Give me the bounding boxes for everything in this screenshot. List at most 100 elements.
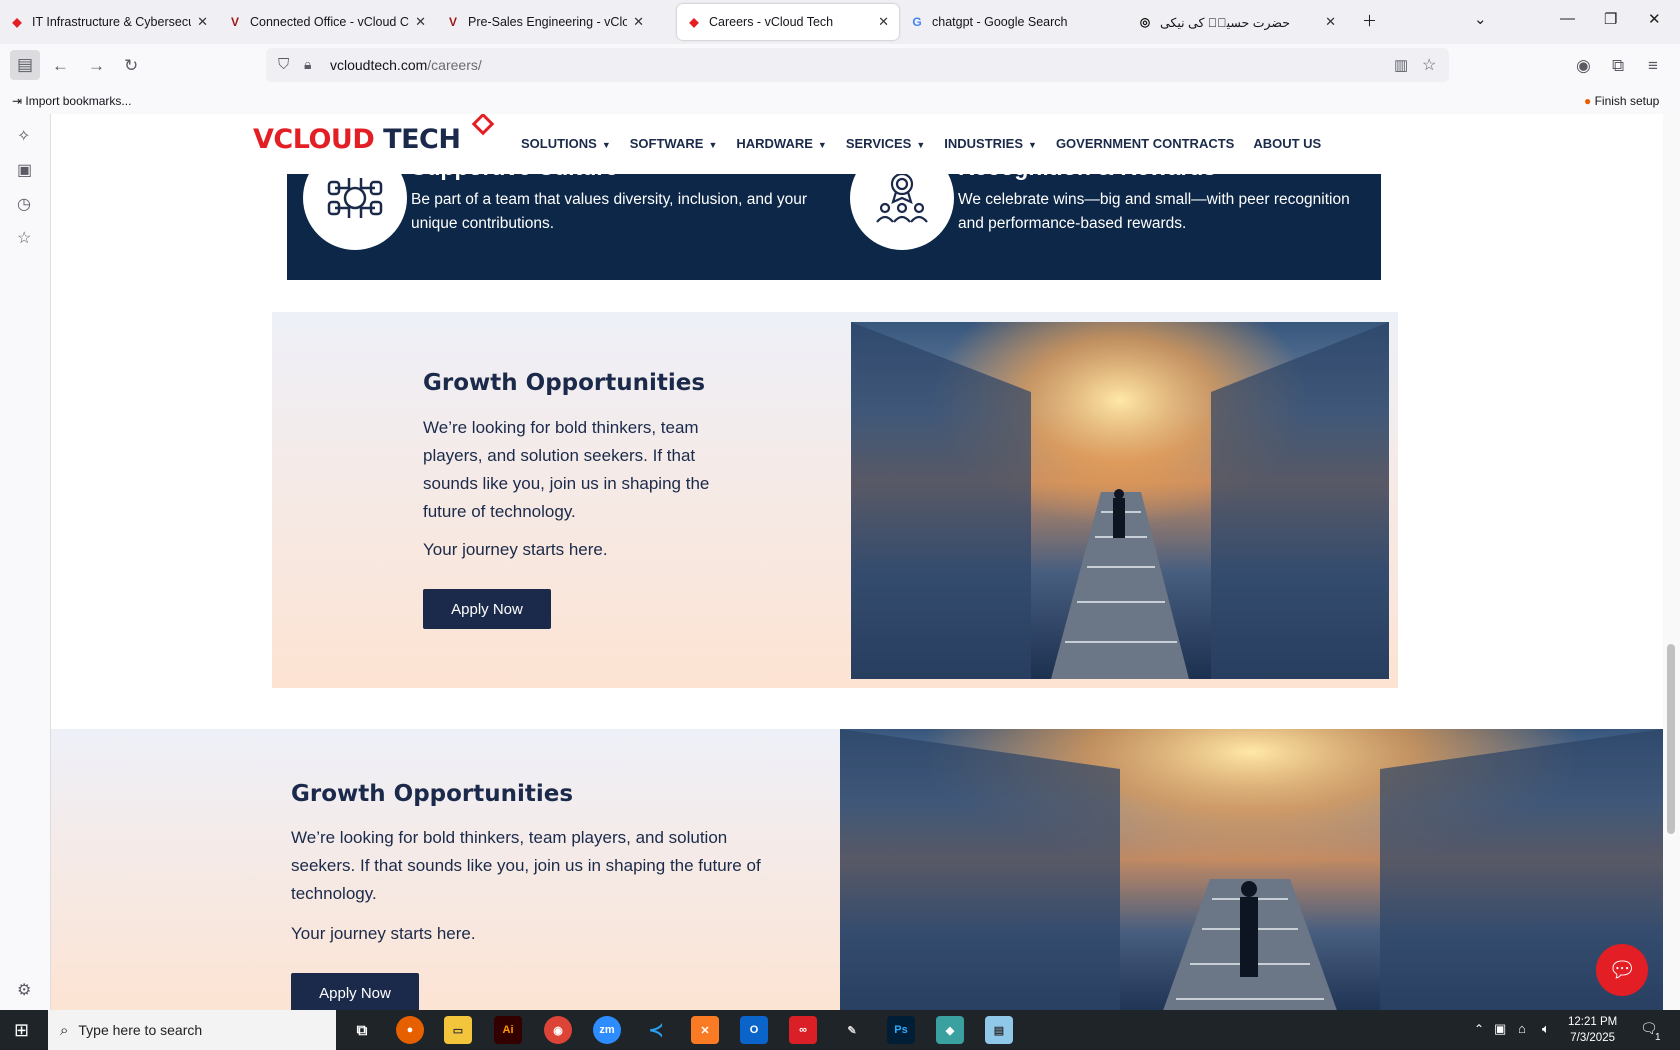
caret-down-icon: ▼ [1028, 140, 1037, 150]
shield-icon[interactable]: ⛉ [278, 56, 289, 73]
close-icon[interactable]: ✕ [633, 14, 644, 30]
bookmarks-icon[interactable]: ☆ [17, 228, 31, 248]
windows-taskbar: ⊞ ⌕ Type here to search ⧉ ● ▭ Ai ◉ zm ≺ … [0, 1010, 1680, 1050]
close-icon[interactable]: ✕ [1325, 14, 1336, 30]
menu-government-contracts[interactable]: GOVERNMENT CONTRACTS [1056, 136, 1234, 151]
back-icon[interactable]: ← [52, 56, 69, 76]
import-bookmarks-link[interactable]: ⇥ Import bookmarks... [12, 94, 131, 108]
minimize-icon[interactable]: — [1560, 10, 1575, 27]
creative-cloud-icon[interactable]: ∞ [789, 1016, 817, 1044]
extensions-icon[interactable]: ⧉ [1612, 56, 1624, 76]
restore-icon[interactable]: ❐ [1604, 10, 1617, 28]
synced-tabs-icon[interactable]: ▣ [17, 160, 32, 180]
career-stairs-image [851, 322, 1389, 679]
reload-icon[interactable]: ↻ [124, 56, 138, 76]
photoshop-icon[interactable]: Ps [887, 1016, 915, 1044]
growth-section: Growth Opportunities We’re looking for b… [272, 312, 1398, 688]
app-blue-icon[interactable]: ◆ [936, 1016, 964, 1044]
taskbar-search[interactable]: ⌕ Type here to search [48, 1010, 336, 1050]
growth-section-2: Growth Opportunities We’re looking for b… [51, 729, 1663, 1010]
culture-band: Supportive Culture Be part of a team tha… [287, 146, 1381, 280]
logo-gem-icon [471, 114, 495, 136]
site-header: VCLOUD TECH SOLUTIONS ▼ SOFTWARE ▼ HARDWAR… [51, 114, 1663, 174]
growth-title: Growth Opportunities [423, 370, 706, 396]
tab-pre-sales[interactable]: V Pre-Sales Engineering - vCloud ✕ [436, 4, 654, 40]
chat-icon: 💬︎ [1608, 957, 1636, 982]
lock-icon[interactable]: 🔒︎ [304, 56, 311, 73]
caret-down-icon: ▼ [916, 140, 926, 150]
network-icon[interactable]: ⌂ [1518, 1021, 1526, 1036]
tray-chevron-icon[interactable]: ⌃ [1474, 1022, 1484, 1036]
window-close-icon[interactable]: ✕ [1648, 10, 1661, 28]
menu-hardware[interactable]: HARDWARE ▼ [736, 136, 826, 151]
tab-bar: ◆ IT Infrastructure & Cybersecurity ✕ V … [0, 0, 1680, 44]
close-icon[interactable]: ✕ [415, 14, 426, 30]
bookmark-star-icon[interactable]: ☆ [1422, 55, 1436, 75]
tab-list-icon[interactable]: ⌄ [1474, 10, 1487, 28]
notepad-icon[interactable]: ▤ [985, 1016, 1013, 1044]
caret-down-icon: ▼ [817, 140, 827, 150]
firefox-icon: ● [1584, 94, 1595, 108]
menu-icon[interactable]: ≡ [1648, 56, 1658, 76]
tab-connected-office[interactable]: V Connected Office - vCloud Choi ✕ [218, 4, 436, 40]
pen-tool-icon[interactable]: ✎ [838, 1016, 866, 1044]
apply-now-button[interactable]: Apply Now [291, 973, 419, 1010]
tab-google-search[interactable]: G chatgpt - Google Search [900, 4, 1128, 40]
vcloud-icon: V [230, 15, 239, 29]
zoom-icon[interactable]: zm [593, 1016, 621, 1044]
sidebar-toggle-icon[interactable]: ▤ [10, 50, 40, 80]
site-logo[interactable]: VCLOUD TECH [253, 114, 495, 155]
apply-now-button[interactable]: Apply Now [423, 589, 551, 629]
chrome-icon[interactable]: ◉ [544, 1016, 572, 1044]
forward-icon[interactable]: → [88, 56, 105, 76]
notification-count: 1 [1655, 1032, 1661, 1043]
windows-start-icon[interactable]: ⊞ [14, 1020, 29, 1041]
outlook-icon[interactable]: O [740, 1016, 768, 1044]
history-icon[interactable]: ◷ [17, 194, 31, 214]
tab-it-infrastructure[interactable]: ◆ IT Infrastructure & Cybersecurity ✕ [0, 4, 218, 40]
scrollbar-thumb[interactable] [1667, 644, 1675, 834]
growth-journey: Your journey starts here. [291, 924, 476, 943]
close-icon[interactable]: ✕ [197, 14, 208, 30]
culture-desc: Be part of a team that values diversity,… [411, 191, 808, 232]
tab-chatgpt[interactable]: ◎ حضرت حسینؓ کی نیکی ✕ [1128, 4, 1346, 40]
ai-sparkle-icon[interactable]: ✧ [17, 126, 30, 146]
vcloud-icon: ◆ [689, 15, 699, 29]
browser-sidebar: ✧ ▣ ◷ ☆ ⚙ [0, 114, 51, 1010]
tray-app-icon[interactable]: ▣ [1494, 1021, 1506, 1037]
recognition-desc: We celebrate wins—big and small—with pee… [958, 191, 1350, 232]
chatgpt-icon: ◎ [1139, 15, 1151, 29]
menu-solutions[interactable]: SOLUTIONS ▼ [521, 136, 611, 151]
chat-button[interactable]: 💬︎ [1596, 944, 1648, 996]
new-tab-icon[interactable]: ＋ [1362, 10, 1377, 31]
reader-view-icon[interactable]: ▥ [1394, 56, 1408, 74]
task-view-icon[interactable]: ⧉ [348, 1016, 376, 1044]
import-icon: ⇥ [12, 94, 26, 108]
growth-body: We’re looking for bold thinkers, team pl… [423, 418, 710, 521]
caret-down-icon: ▼ [601, 140, 611, 150]
settings-icon[interactable]: ⚙ [17, 980, 31, 1000]
illustrator-icon[interactable]: Ai [494, 1016, 522, 1044]
close-icon[interactable]: ✕ [878, 14, 889, 30]
address-bar[interactable]: ⛉ 🔒︎ vcloudtech.com/careers/ ▥ ☆ [266, 48, 1449, 82]
file-explorer-icon[interactable]: ▭ [444, 1016, 472, 1044]
volume-icon[interactable]: 🔈︎ [1542, 1021, 1550, 1037]
menu-services[interactable]: SERVICES ▼ [846, 136, 925, 151]
google-icon: G [912, 15, 922, 29]
navigation-toolbar: ▤ ← → ↻ ⛉ 🔒︎ vcloudtech.com/careers/ ▥ ☆… [0, 44, 1680, 88]
xampp-icon[interactable]: ✕ [691, 1016, 719, 1044]
taskbar-clock[interactable]: 12:21 PM 7/3/2025 [1568, 1014, 1617, 1046]
main-menu: SOLUTIONS ▼ SOFTWARE ▼ HARDWARE ▼ SERVICES ▼… [521, 136, 1340, 151]
menu-about-us[interactable]: ABOUT US [1253, 136, 1321, 151]
menu-software[interactable]: SOFTWARE ▼ [630, 136, 718, 151]
vscode-icon[interactable]: ≺ [642, 1016, 670, 1044]
caret-down-icon: ▼ [708, 140, 718, 150]
growth-title: Growth Opportunities [291, 781, 574, 807]
account-icon[interactable]: ◉ [1576, 56, 1591, 76]
page-scrollbar[interactable] [1663, 114, 1680, 1010]
menu-industries[interactable]: INDUSTRIES ▼ [944, 136, 1037, 151]
url-text[interactable]: vcloudtech.com/careers/ [330, 57, 482, 73]
tab-careers[interactable]: ◆ Careers - vCloud Tech ✕ [677, 4, 899, 40]
finish-setup-link[interactable]: ● Finish setup [1584, 94, 1659, 108]
firefox-icon[interactable]: ● [396, 1016, 424, 1044]
